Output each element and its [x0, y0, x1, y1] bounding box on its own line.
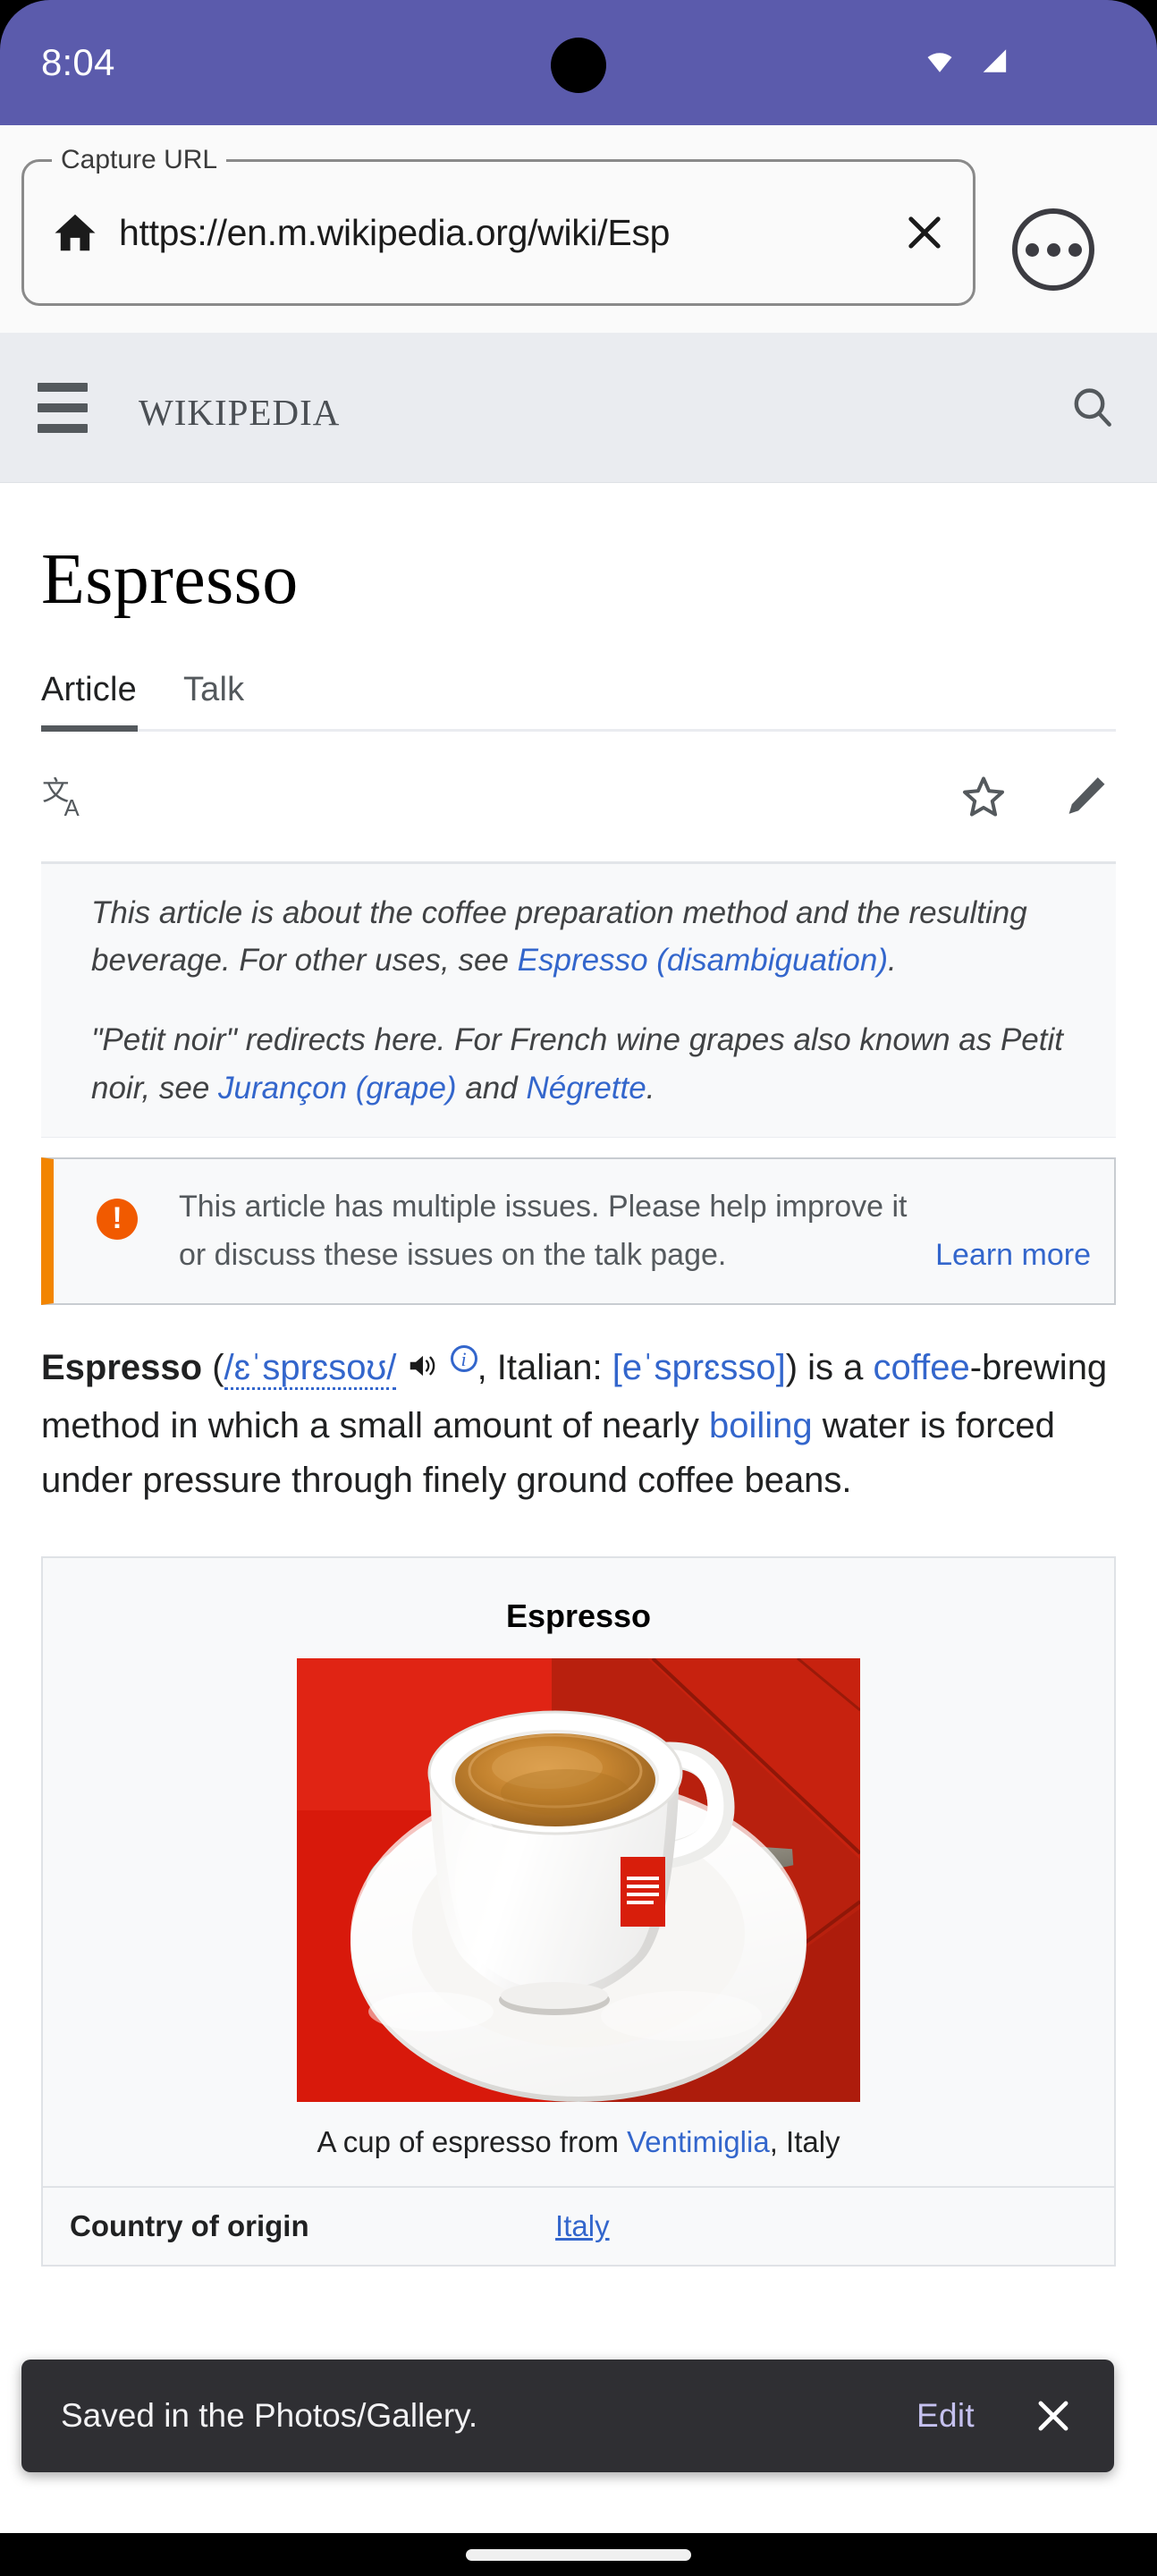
- clear-url-icon[interactable]: [901, 209, 948, 256]
- hatnote-2-text-middle: and: [456, 1070, 527, 1106]
- ambox-line-2-row: or discuss these issues on the talk page…: [179, 1231, 1091, 1279]
- link-coffee[interactable]: coffee: [874, 1348, 970, 1387]
- article-action-bar: 文 A: [41, 732, 1116, 864]
- cellular-signal-icon: [976, 46, 1010, 80]
- status-indicators: [921, 46, 1118, 80]
- hatnote-2-link-negrette[interactable]: Négrette: [526, 1071, 646, 1106]
- ambox-line-2: or discuss these issues on the talk page…: [179, 1238, 727, 1273]
- hatnote-1-link[interactable]: Espresso (disambiguation): [518, 943, 888, 978]
- language-icon[interactable]: 文 A: [41, 772, 91, 822]
- hatnote-2-text-after: .: [646, 1070, 655, 1106]
- infobox-title: Espresso: [505, 1597, 652, 1635]
- lead-paren-close: ) is a: [785, 1347, 874, 1387]
- snackbar-close-icon[interactable]: [1030, 2393, 1077, 2439]
- wikipedia-header: Wikipedia: [0, 333, 1157, 483]
- caption-after: , Italy: [769, 2125, 840, 2159]
- infobox-caption: A cup of espresso from Ventimiglia, Ital…: [43, 2102, 1114, 2186]
- hatnote-2-link-jurancon[interactable]: Jurançon (grape): [218, 1071, 457, 1106]
- caption-link-ventimiglia[interactable]: Ventimiglia: [627, 2125, 770, 2158]
- infobox-row-country: Country of origin Italy: [43, 2186, 1114, 2265]
- url-input[interactable]: https://en.m.wikipedia.org/wiki/Esp: [119, 212, 889, 254]
- wikipedia-wordmark[interactable]: Wikipedia: [139, 377, 340, 438]
- lead-italian-label: , Italian:: [477, 1347, 612, 1387]
- more-options-button[interactable]: [1012, 208, 1094, 291]
- espresso-photo-svg: [297, 1658, 860, 2103]
- hatnote-petit-noir: "Petit noir" redirects here. For French …: [41, 1016, 1116, 1111]
- more-dot: [1068, 242, 1082, 257]
- infobox-row-label: Country of origin: [70, 2209, 309, 2243]
- webview: Wikipedia Espresso Article Talk 文 A: [0, 333, 1157, 2533]
- ambox-line-1: This article has multiple issues. Please…: [179, 1189, 908, 1224]
- star-watchlist-icon[interactable]: [959, 772, 1009, 822]
- snackbar-edit-button[interactable]: Edit: [916, 2397, 975, 2435]
- snackbar: Saved in the Photos/Gallery. Edit: [21, 2360, 1114, 2472]
- page-title: Espresso: [41, 540, 299, 619]
- infobox-row-value[interactable]: Italy: [546, 2188, 1114, 2265]
- status-time: 8:04: [41, 41, 115, 83]
- home-icon[interactable]: [51, 208, 99, 257]
- front-camera-notch: [551, 38, 606, 93]
- tab-talk[interactable]: Talk: [183, 671, 244, 729]
- lead-term: Espresso: [41, 1347, 203, 1387]
- more-dot: [1046, 242, 1060, 257]
- learn-more-link[interactable]: Learn more: [935, 1231, 1091, 1279]
- tab-article[interactable]: Article: [41, 671, 137, 729]
- hatnote-disambiguation: This article is about the coffee prepara…: [41, 889, 1116, 984]
- multiple-issues-banner: ! This article has multiple issues. Plea…: [41, 1157, 1116, 1305]
- article-content: Espresso Article Talk 文 A This article i…: [0, 483, 1157, 2267]
- phone-screen: 8:04 Capture URL https://en.m.wikipedia.…: [0, 0, 1157, 2576]
- hamburger-menu-icon[interactable]: [38, 382, 88, 433]
- ipa-italian-link[interactable]: [eˈsprɛsso]: [612, 1348, 786, 1387]
- svg-text:A: A: [64, 796, 80, 821]
- capture-url-field[interactable]: https://en.m.wikipedia.org/wiki/Esp: [21, 159, 975, 306]
- gesture-home-handle[interactable]: [466, 2548, 691, 2561]
- infobox-image-wrap: [43, 1658, 1114, 2103]
- ipa-english-link[interactable]: /ɛˈsprɛsoʊ/: [224, 1347, 397, 1390]
- hatnotes: This article is about the coffee prepara…: [41, 864, 1116, 1138]
- info-circle-icon[interactable]: i: [450, 1345, 477, 1373]
- capture-url-bar: Capture URL https://en.m.wikipedia.org/w…: [0, 125, 1157, 333]
- wifi-icon: [921, 46, 959, 80]
- snackbar-message: Saved in the Photos/Gallery.: [61, 2397, 478, 2434]
- exclamation-circle-icon: !: [97, 1198, 138, 1240]
- link-boiling[interactable]: boiling: [709, 1406, 813, 1445]
- espresso-photo[interactable]: [297, 1658, 860, 2103]
- hatnote-1-text-after: .: [888, 943, 897, 979]
- search-icon[interactable]: [1068, 383, 1118, 433]
- more-dot: [1025, 242, 1039, 257]
- gesture-nav-bar: [0, 2533, 1157, 2576]
- article-tabs: Article Talk: [41, 671, 1116, 732]
- lead-paren-open: (: [202, 1347, 224, 1387]
- audio-speaker-icon[interactable]: [406, 1344, 440, 1399]
- infobox: Espresso A cup of espresso from Ventimig…: [41, 1556, 1116, 2267]
- caption-before: A cup of espresso from: [317, 2125, 628, 2159]
- capture-url-label: Capture URL: [52, 145, 227, 175]
- ambox-body: This article has multiple issues. Please…: [179, 1182, 1091, 1280]
- lead-paragraph: Espresso (/ɛˈsprɛsoʊ/ i, Italian: [eˈspr…: [41, 1341, 1116, 1509]
- pencil-edit-icon[interactable]: [1060, 772, 1111, 822]
